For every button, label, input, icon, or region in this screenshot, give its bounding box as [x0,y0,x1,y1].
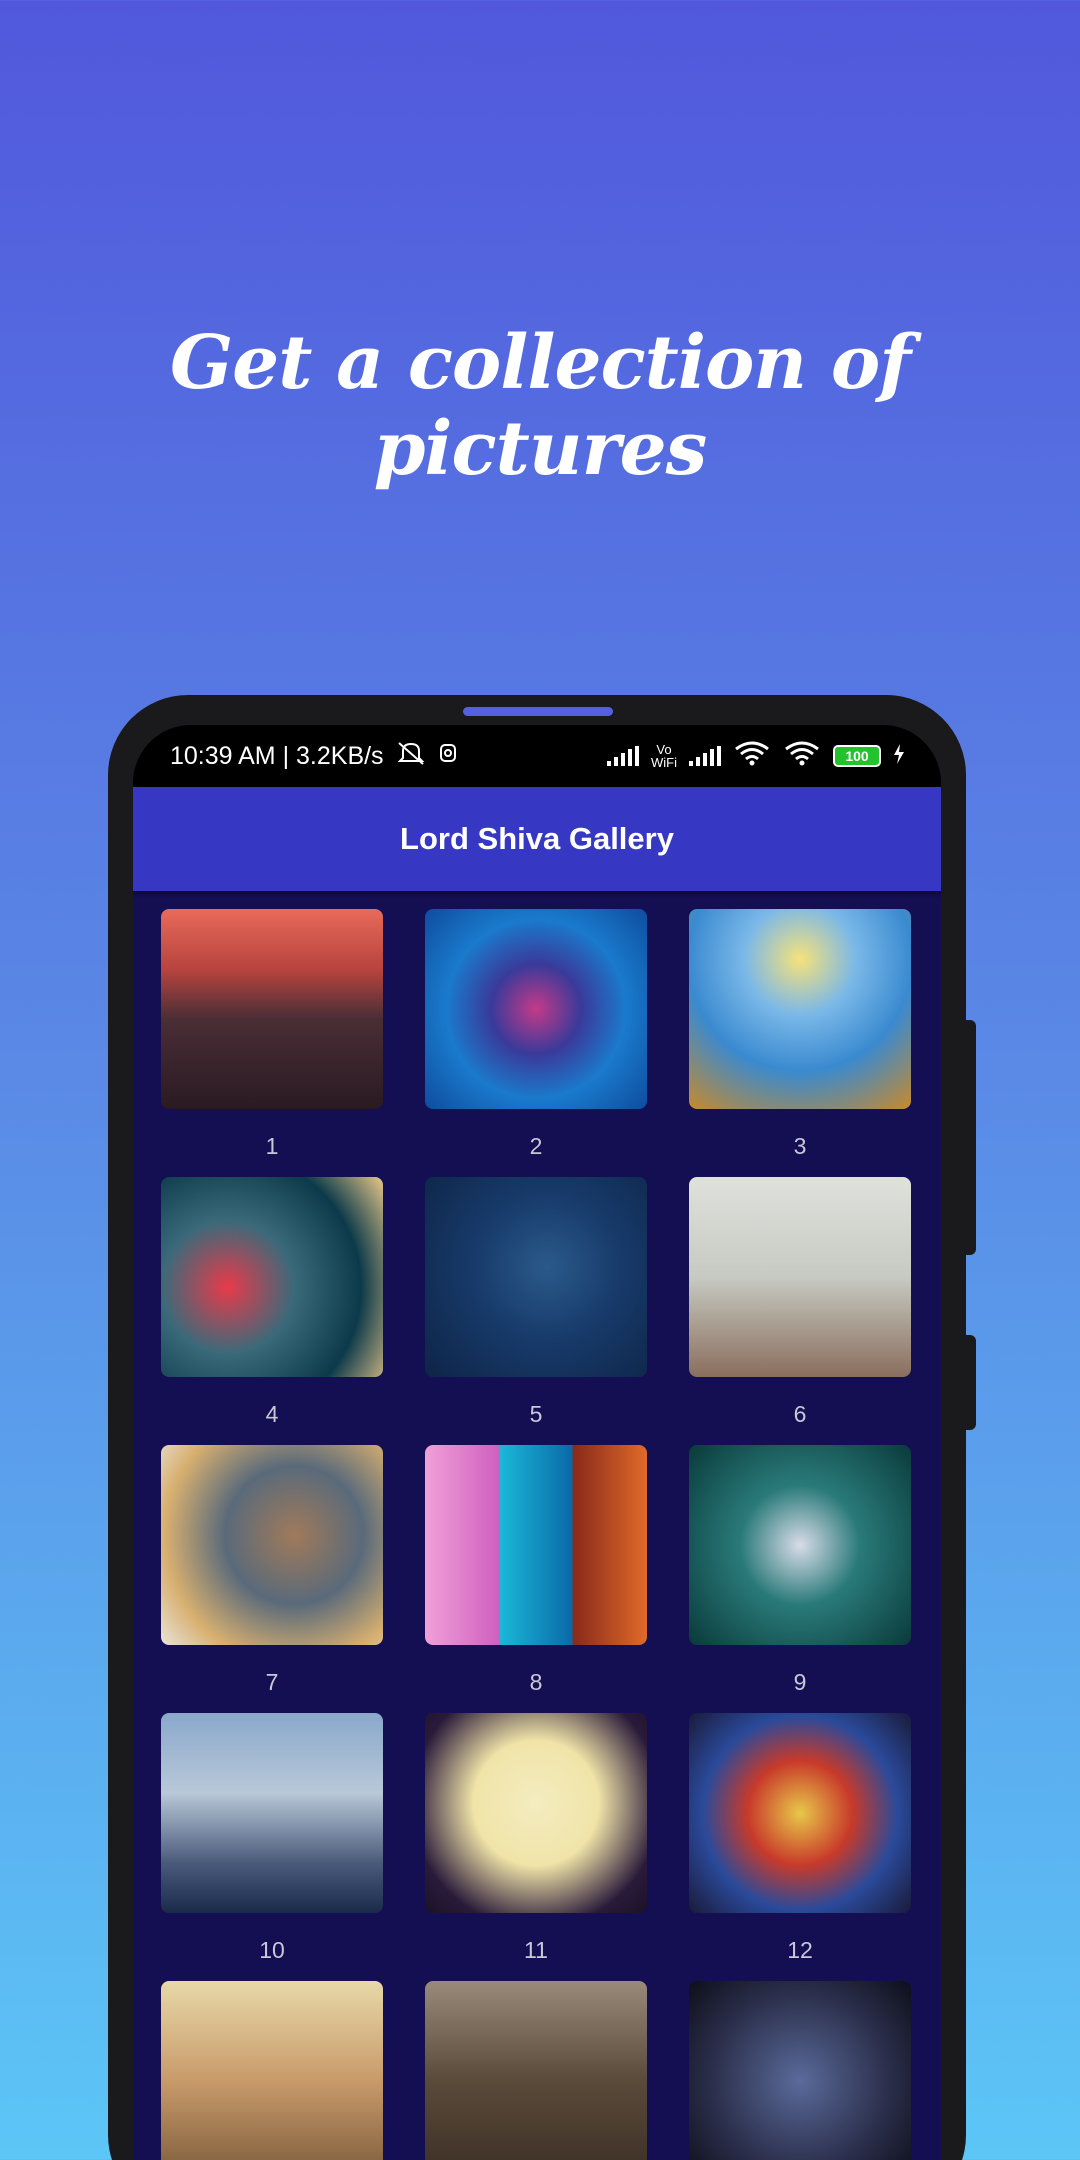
gallery-item[interactable]: 8 [425,1445,647,1713]
gallery-thumbnail[interactable] [161,1445,383,1645]
gallery-item[interactable]: 10 [161,1713,383,1981]
gallery-item-label: 7 [265,1669,279,1695]
headline: Get a collection of pictures [169,320,911,492]
gallery-thumbnail[interactable] [425,1981,647,2160]
gallery-thumbnail[interactable] [689,1177,911,1377]
gallery-item[interactable]: 3 [689,909,911,1177]
speaker-grille [463,707,613,716]
mute-icon [396,740,426,773]
notification-icon [438,741,458,772]
gallery-thumbnail[interactable] [425,1177,647,1377]
gallery-item-label: 10 [259,1937,285,1963]
gallery-item-label: 5 [529,1401,543,1427]
vowifi-indicator: Vo WiFi [651,742,677,770]
app-title: Lord Shiva Gallery [400,821,674,856]
gallery-item[interactable]: 7 [161,1445,383,1713]
gallery-item-label: 2 [529,1133,543,1159]
power-button [964,1335,976,1430]
status-bar: 10:39 AM | 3.2KB/s Vo WiFi 100 [133,725,941,787]
volume-button [964,1020,976,1255]
gallery-thumbnail[interactable] [425,1445,647,1645]
wifi-icon [733,740,771,773]
gallery-item[interactable]: 5 [425,1177,647,1445]
gallery-thumbnail[interactable] [161,1177,383,1377]
phone-frame: 10:39 AM | 3.2KB/s Vo WiFi 100 Lord Shiv… [108,695,976,2160]
gallery-item-label: 3 [793,1133,807,1159]
signal-icon [689,746,721,766]
status-time: 10:39 AM | 3.2KB/s [170,741,384,770]
gallery-item[interactable]: 15 [689,1981,911,2160]
gallery-item[interactable]: 2 [425,909,647,1177]
gallery-grid: 123456789101112131415 [161,909,913,2160]
gallery-thumbnail[interactable] [425,909,647,1109]
wifi-icon [783,740,821,773]
gallery-thumbnail[interactable] [161,1713,383,1913]
gallery-item-label: 12 [787,1937,813,1963]
gallery-thumbnail[interactable] [689,909,911,1109]
gallery-thumbnail[interactable] [425,1713,647,1913]
phone-screen: 10:39 AM | 3.2KB/s Vo WiFi 100 Lord Shiv… [133,725,941,2160]
gallery-item[interactable]: 14 [425,1981,647,2160]
gallery-item[interactable]: 9 [689,1445,911,1713]
battery-icon: 100 [833,745,881,767]
gallery-item-label: 1 [265,1133,279,1159]
gallery-item-label: 11 [524,1937,548,1963]
gallery-item[interactable]: 1 [161,909,383,1177]
gallery-item[interactable]: 13 [161,1981,383,2160]
gallery-thumbnail[interactable] [689,1445,911,1645]
signal-icon [607,746,639,766]
gallery-item[interactable]: 12 [689,1713,911,1981]
charging-icon [893,742,905,771]
gallery-thumbnail[interactable] [161,1981,383,2160]
gallery-item-label: 4 [265,1401,279,1427]
gallery-item-label: 8 [529,1669,543,1695]
app-bar: Lord Shiva Gallery [133,787,941,891]
gallery-thumbnail[interactable] [689,1713,911,1913]
gallery-item[interactable]: 4 [161,1177,383,1445]
gallery-item-label: 9 [793,1669,807,1695]
gallery-thumbnail[interactable] [689,1981,911,2160]
gallery-item[interactable]: 11 [425,1713,647,1981]
gallery-item-label: 6 [793,1401,807,1427]
gallery-thumbnail[interactable] [161,909,383,1109]
gallery-item[interactable]: 6 [689,1177,911,1445]
